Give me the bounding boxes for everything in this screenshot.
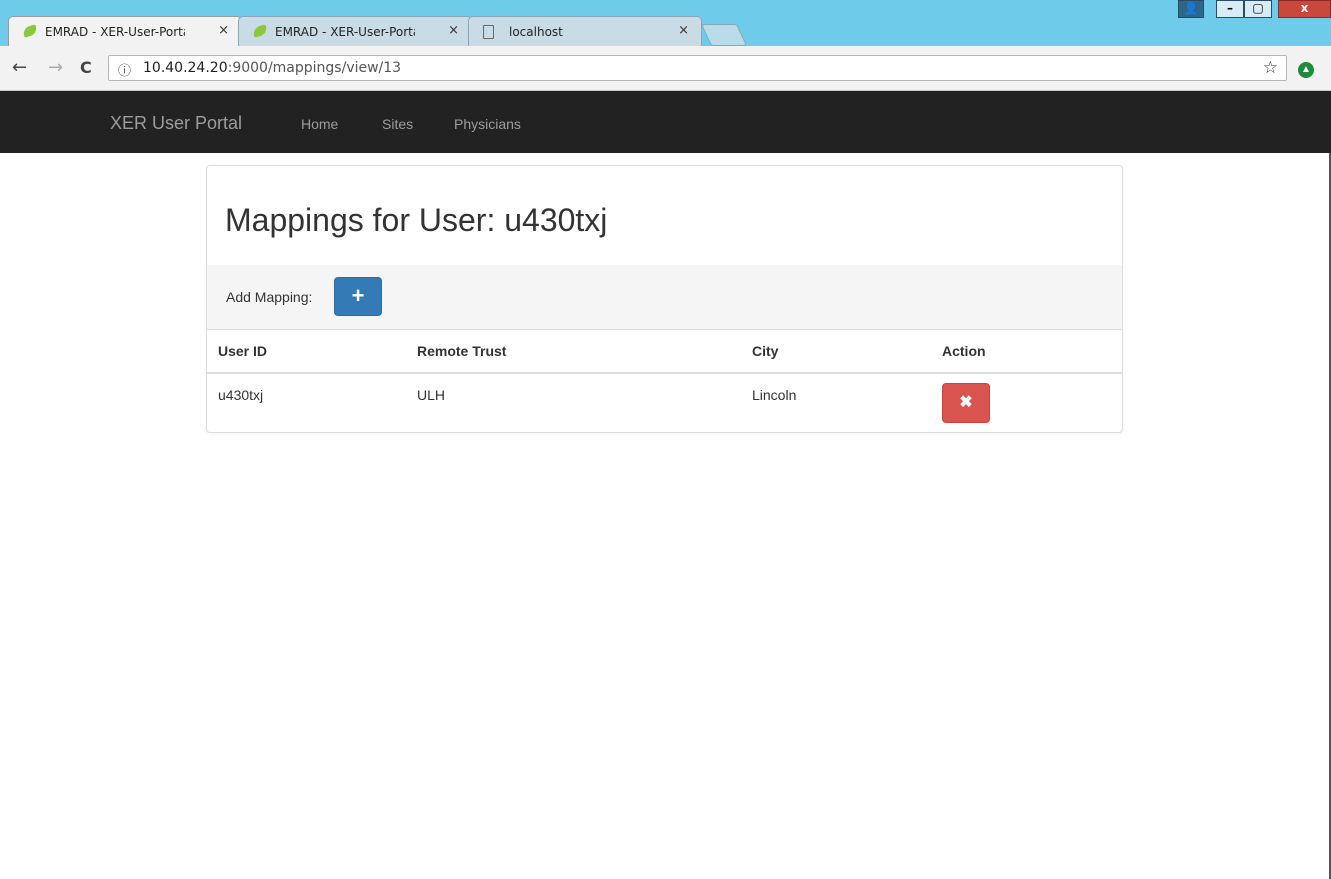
tab-title: EMRAD - XER-User-Porta [275, 25, 415, 39]
user-profile-icon[interactable]: 👤 [1178, 0, 1204, 18]
cell-user-id: u430txj [218, 387, 264, 403]
maximize-button[interactable]: ▢ [1244, 0, 1272, 18]
column-header-action: Action [942, 343, 986, 359]
bookmark-star-icon[interactable]: ☆ [1263, 58, 1278, 78]
column-header-remote-trust: Remote Trust [417, 343, 507, 359]
browser-tab-1[interactable]: EMRAD - XER-User-Porta × [8, 16, 242, 46]
tab-close-icon[interactable]: × [678, 23, 689, 38]
browser-titlebar: EMRAD - XER-User-Porta × EMRAD - XER-Use… [0, 0, 1331, 46]
tab-close-icon[interactable]: × [448, 23, 459, 38]
column-header-user-id: User ID [218, 343, 268, 359]
column-header-city: City [752, 343, 779, 359]
tab-title: EMRAD - XER-User-Porta [45, 25, 185, 39]
mappings-panel: Mappings for User: u430txj Add Mapping: … [206, 165, 1123, 433]
browser-tab-3[interactable]: localhost × [468, 16, 702, 46]
remove-icon: ✖ [959, 394, 973, 411]
spring-leaf-icon [251, 24, 269, 38]
url-path: :9000/mappings/view/13 [227, 60, 402, 76]
table-header-divider [207, 372, 1122, 374]
browser-tab-2[interactable]: EMRAD - XER-User-Porta × [238, 16, 472, 46]
delete-mapping-button[interactable]: ✖ [942, 383, 990, 423]
site-navbar: XER User Portal Home Sites Physicians [0, 91, 1331, 153]
tab-title: localhost [509, 25, 563, 39]
extension-upload-icon[interactable]: ▲ [1298, 62, 1314, 78]
add-mapping-bar: Add Mapping: + [207, 265, 1122, 330]
nav-link-physicians[interactable]: Physicians [454, 116, 521, 132]
nav-link-home[interactable]: Home [301, 116, 338, 132]
tab-close-icon[interactable]: × [218, 23, 229, 38]
plus-icon: + [351, 283, 365, 308]
minimize-button[interactable]: – [1216, 0, 1244, 18]
info-icon[interactable]: ⓘ [118, 60, 131, 79]
cell-city: Lincoln [752, 387, 797, 403]
navbar-brand[interactable]: XER User Portal [110, 113, 242, 134]
page-icon [483, 25, 494, 39]
address-url: 10.40.24.20:9000/mappings/view/13 [143, 60, 401, 76]
nav-link-sites[interactable]: Sites [382, 116, 413, 132]
reload-icon[interactable]: C [80, 58, 92, 77]
forward-arrow-icon[interactable]: → [48, 57, 63, 78]
new-tab-button[interactable] [700, 24, 748, 46]
url-host: 10.40.24.20 [143, 60, 228, 76]
address-bar[interactable]: ⓘ 10.40.24.20:9000/mappings/view/13 ☆ [108, 55, 1287, 81]
browser-toolbar: ← → C ⓘ 10.40.24.20:9000/mappings/view/1… [0, 46, 1331, 91]
add-mapping-button[interactable]: + [334, 277, 382, 316]
cell-remote-trust: ULH [417, 387, 446, 403]
back-arrow-icon[interactable]: ← [12, 57, 27, 78]
page-title: Mappings for User: u430txj [225, 202, 608, 238]
spring-leaf-icon [21, 24, 39, 38]
add-mapping-label: Add Mapping: [226, 289, 313, 305]
close-window-button[interactable]: x [1278, 0, 1331, 18]
